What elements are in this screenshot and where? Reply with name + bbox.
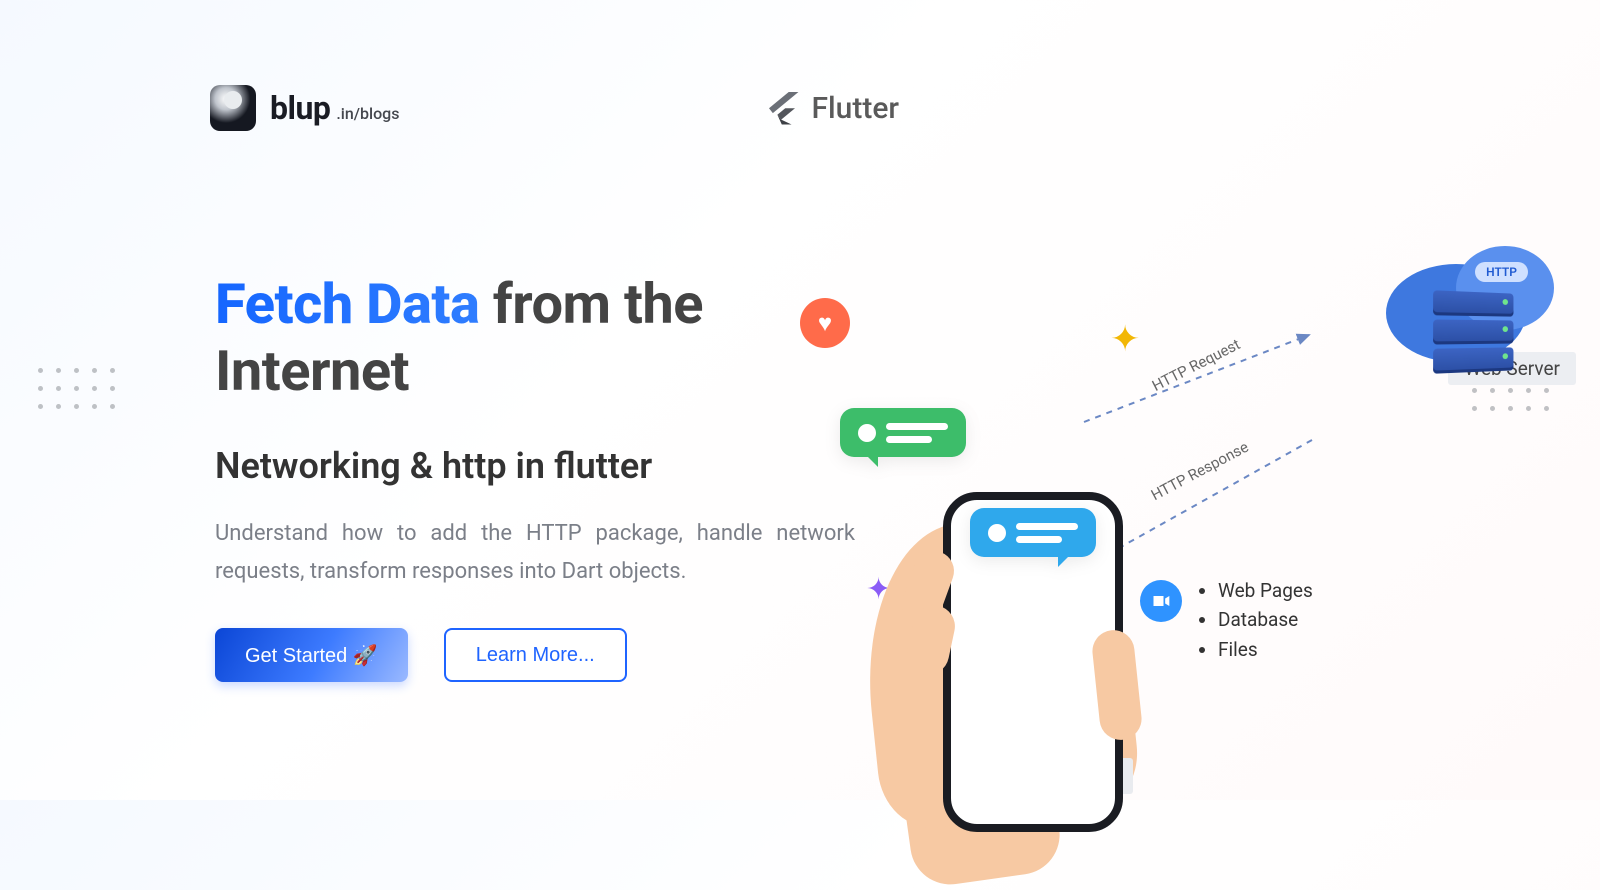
chat-bubble-blue — [970, 508, 1096, 557]
list-item: Database — [1218, 605, 1313, 634]
learn-more-button[interactable]: Learn More... — [444, 628, 627, 682]
blup-icon — [210, 85, 256, 131]
list-item: Web Pages — [1218, 576, 1313, 605]
video-icon — [1140, 580, 1182, 622]
network-diagram: ✦ ✦ Client HTTP Request HTTP Response — [820, 260, 1540, 800]
chat-bubble-green — [840, 408, 966, 457]
http-pill: HTTP — [1475, 262, 1528, 282]
brand-logo[interactable]: blup .in/blogs — [210, 85, 399, 131]
hero-paragraph: Understand how to add the HTTP package, … — [215, 515, 855, 590]
get-started-button[interactable]: Get Started 🚀 — [215, 628, 408, 682]
hero: Fetch Data from the Internet Networking … — [0, 131, 830, 682]
page-header: blup .in/blogs Flutter — [0, 0, 1600, 131]
dot-grid-left — [38, 368, 116, 410]
cta-row: Get Started 🚀 Learn More... — [215, 628, 830, 682]
flutter-badge: Flutter — [769, 91, 899, 126]
heart-icon — [800, 298, 850, 348]
page-title: Fetch Data from the Internet — [215, 271, 830, 405]
brand-sub: .in/blogs — [336, 104, 399, 123]
title-accent: Fetch Data — [215, 271, 479, 337]
server-resources-list: Web Pages Database Files — [1200, 576, 1313, 664]
flutter-icon — [766, 92, 799, 125]
flutter-label: Flutter — [811, 91, 899, 126]
cloud-server: HTTP Web Server — [1380, 240, 1550, 370]
server-rack-icon — [1433, 290, 1513, 374]
brand-name: blup — [270, 89, 330, 127]
list-item: Files — [1218, 635, 1313, 664]
page-subtitle: Networking & http in flutter — [215, 445, 830, 487]
